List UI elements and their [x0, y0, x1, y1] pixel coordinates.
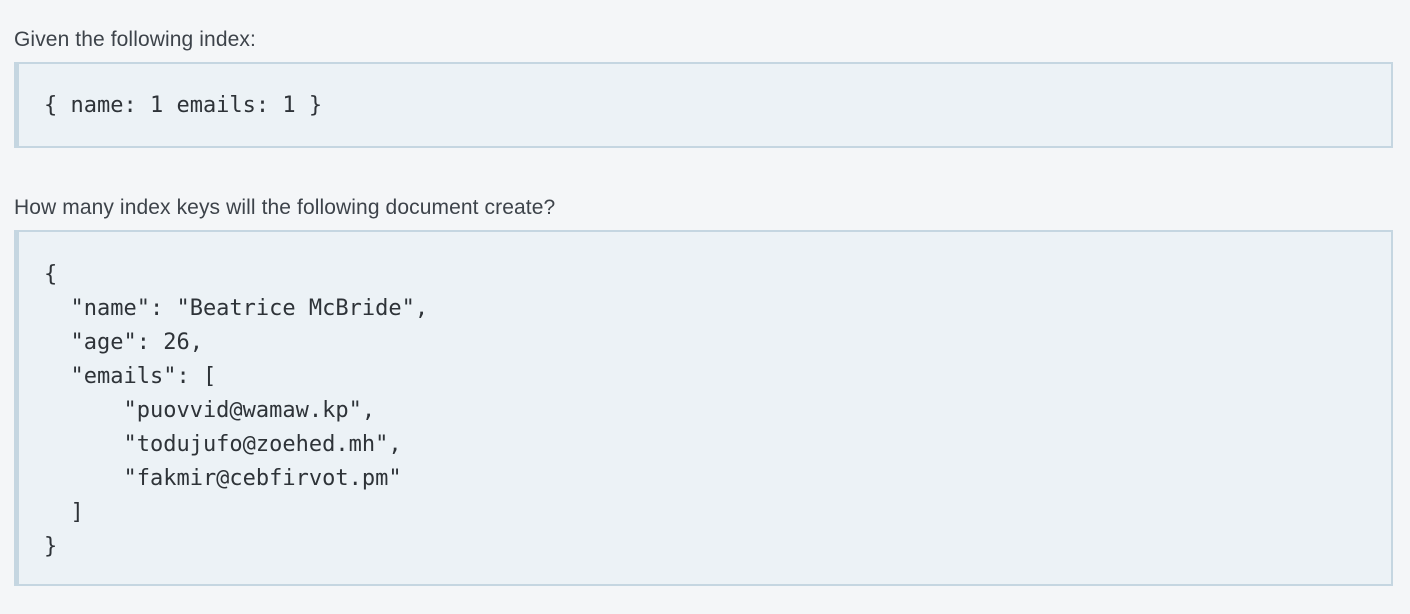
index-code: { name: 1 emails: 1 }	[44, 93, 323, 118]
document-code-block: { "name": "Beatrice McBride", "age": 26,…	[14, 230, 1393, 586]
document-code: { "name": "Beatrice McBride", "age": 26,…	[44, 262, 429, 559]
index-code-block: { name: 1 emails: 1 }	[14, 62, 1393, 148]
question-text: How many index keys will the following d…	[14, 196, 556, 219]
intro-text: Given the following index:	[14, 28, 256, 51]
